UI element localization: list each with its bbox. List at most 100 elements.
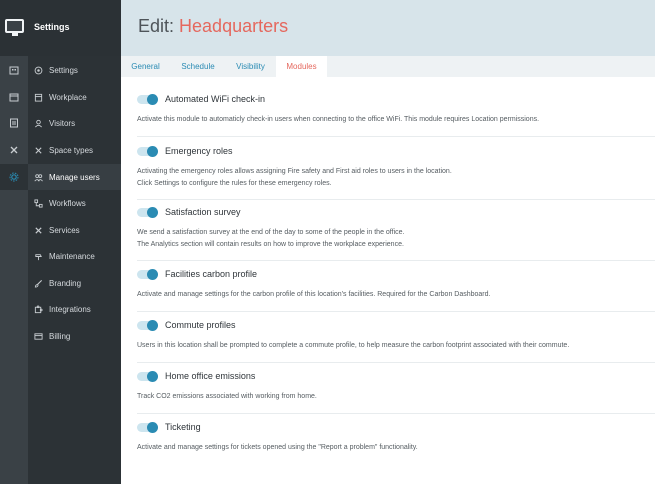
module-description: Track CO2 emissions associated with work… <box>137 391 647 403</box>
module-title: Satisfaction survey <box>165 207 241 217</box>
module-description: Activate this module to automaticly chec… <box>137 114 647 126</box>
module-toggle[interactable] <box>137 145 158 157</box>
module-description: Activate and manage settings for the car… <box>137 289 647 301</box>
module-header: Emergency roles <box>137 145 233 157</box>
divider <box>137 199 655 200</box>
tab-visibility[interactable]: Visibility <box>226 56 275 77</box>
module-header: Ticketing <box>137 421 201 433</box>
module-toggle[interactable] <box>137 319 158 331</box>
toggle-knob <box>147 268 158 280</box>
id-card-icon[interactable] <box>0 110 28 136</box>
sidebar-item-settings[interactable]: Settings <box>28 57 121 83</box>
description-line: Users in this location shall be prompted… <box>137 342 570 349</box>
module-title: Emergency roles <box>165 146 233 156</box>
sidebar-item-label: Space types <box>49 145 94 155</box>
page-header: Edit: Headquarters <box>121 0 655 56</box>
description-line: Activate this module to automaticly chec… <box>137 116 540 123</box>
wrench-icon <box>34 226 43 235</box>
module-header: Automated WiFi check-in <box>137 93 266 105</box>
description-line: We send a satisfaction survey at the end… <box>137 229 405 236</box>
sidebar-item-label: Manage users <box>49 172 100 182</box>
description-line: Click Settings to configure the rules fo… <box>137 180 332 187</box>
tab-general[interactable]: General <box>121 56 170 77</box>
sidebar-item-label: Visitors <box>49 118 76 128</box>
description-line: The Analytics section will contain resul… <box>137 241 404 248</box>
tools-icon[interactable] <box>0 137 28 163</box>
tab-schedule[interactable]: Schedule <box>170 56 226 77</box>
description-line: Track CO2 emissions associated with work… <box>137 393 317 400</box>
location-name: Headquarters <box>179 16 289 36</box>
sidebar-item-label: Workplace <box>49 92 87 102</box>
gear-icon[interactable] <box>0 164 28 190</box>
module-header: Satisfaction survey <box>137 206 241 218</box>
module-title: Home office emissions <box>165 371 256 381</box>
brush-icon <box>34 279 43 288</box>
page-title: Edit: Headquarters <box>138 16 288 37</box>
app-title: Settings <box>34 22 70 32</box>
sidebar-item-label: Integrations <box>49 304 91 314</box>
sidebar-item-services[interactable]: Services <box>28 217 121 243</box>
divider <box>137 260 655 261</box>
module-title: Ticketing <box>165 422 201 432</box>
card-icon <box>34 332 43 341</box>
module-description: We send a satisfaction survey at the end… <box>137 227 647 251</box>
divider <box>137 362 655 363</box>
toggle-knob <box>147 421 158 433</box>
module-toggle[interactable] <box>137 370 158 382</box>
module-title: Facilities carbon profile <box>165 269 258 279</box>
puzzle-icon <box>34 304 43 314</box>
sidebar-item-billing[interactable]: Billing <box>28 323 121 349</box>
tools-icon <box>34 146 43 155</box>
title-prefix: Edit: <box>138 16 175 36</box>
module-title: Commute profiles <box>165 320 236 330</box>
hammer-icon <box>34 252 43 261</box>
sidebar-item-manage-users[interactable]: Manage users <box>28 164 121 190</box>
sidebar-item-branding[interactable]: Branding <box>28 270 121 296</box>
sidebar-item-label: Maintenance <box>49 251 95 261</box>
sidebar-item-workplace[interactable]: Workplace <box>28 84 121 110</box>
monitor-stand <box>12 33 18 36</box>
sidebar-item-label: Services <box>49 225 80 235</box>
sidebar-item-space-types[interactable]: Space types <box>28 137 121 163</box>
module-title: Automated WiFi check-in <box>165 94 266 104</box>
divider <box>137 413 655 414</box>
people-icon <box>34 119 43 128</box>
building-icon[interactable] <box>0 57 28 83</box>
toggle-knob <box>147 370 158 382</box>
app-brand: Settings <box>0 0 121 56</box>
toggle-knob <box>147 206 158 218</box>
tab-bar: General Schedule Visibility Modules <box>121 56 655 77</box>
module-toggle[interactable] <box>137 421 158 433</box>
module-header: Home office emissions <box>137 370 256 382</box>
module-header: Commute profiles <box>137 319 236 331</box>
toggle-knob <box>147 93 158 105</box>
divider <box>137 136 655 137</box>
sidebar-item-label: Billing <box>49 331 71 341</box>
sidebar-item-workflows[interactable]: Workflows <box>28 190 121 216</box>
module-header: Facilities carbon profile <box>137 268 258 280</box>
calendar-icon[interactable] <box>0 84 28 110</box>
module-description: Activate and manage settings for tickets… <box>137 442 647 454</box>
sidebar-item-maintenance[interactable]: Maintenance <box>28 243 121 269</box>
tab-modules[interactable]: Modules <box>276 56 327 77</box>
module-toggle[interactable] <box>137 93 158 105</box>
monitor-icon <box>5 19 24 33</box>
sidebar-item-visitors[interactable]: Visitors <box>28 110 121 136</box>
module-toggle[interactable] <box>137 268 158 280</box>
sidebar-item-integrations[interactable]: Integrations <box>28 296 121 322</box>
toggle-knob <box>147 145 158 157</box>
flow-icon <box>34 198 43 208</box>
description-line: Activating the emergency roles allows as… <box>137 168 452 175</box>
module-toggle[interactable] <box>137 206 158 218</box>
sidebar-item-label: Workflows <box>49 198 86 208</box>
building-icon <box>34 93 43 102</box>
module-description: Activating the emergency roles allows as… <box>137 166 647 190</box>
users-icon <box>34 173 43 182</box>
divider <box>137 311 655 312</box>
description-line: Activate and manage settings for tickets… <box>137 444 418 451</box>
module-description: Users in this location shall be prompted… <box>137 340 647 352</box>
toggle-knob <box>147 319 158 331</box>
description-line: Activate and manage settings for the car… <box>137 291 491 298</box>
sidebar-item-label: Settings <box>49 65 78 75</box>
gear-icon <box>34 66 43 75</box>
